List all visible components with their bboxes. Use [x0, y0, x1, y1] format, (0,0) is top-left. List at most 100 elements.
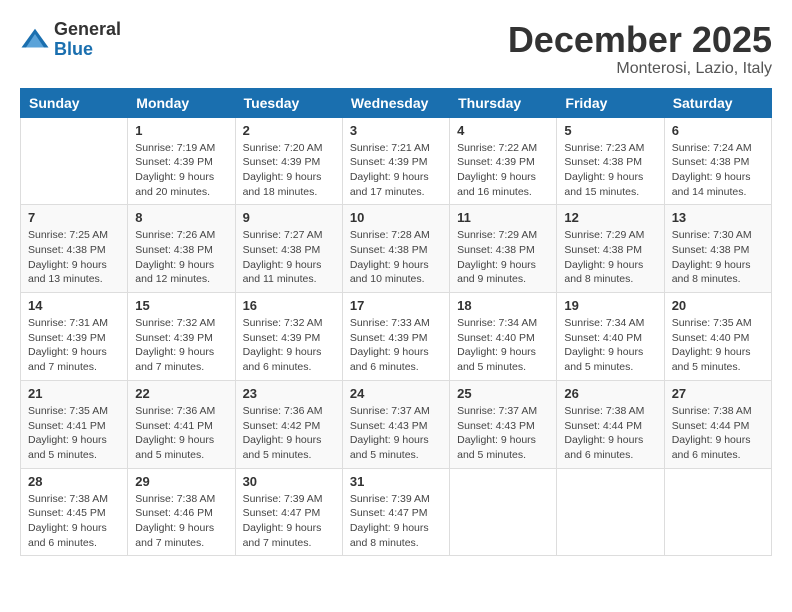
logo-icon	[20, 25, 50, 55]
day-number: 27	[672, 386, 764, 401]
calendar-cell: 4 Sunrise: 7:22 AMSunset: 4:39 PMDaylight…	[450, 117, 557, 205]
day-info: Sunrise: 7:36 AMSunset: 4:41 PMDaylight:…	[135, 404, 227, 463]
day-info: Sunrise: 7:32 AMSunset: 4:39 PMDaylight:…	[243, 316, 335, 375]
day-info: Sunrise: 7:39 AMSunset: 4:47 PMDaylight:…	[350, 492, 442, 551]
calendar-cell: 12 Sunrise: 7:29 AMSunset: 4:38 PMDayligh…	[557, 205, 664, 293]
weekday-header-monday: Monday	[128, 88, 235, 117]
day-info: Sunrise: 7:24 AMSunset: 4:38 PMDaylight:…	[672, 141, 764, 200]
day-number: 28	[28, 474, 120, 489]
day-info: Sunrise: 7:21 AMSunset: 4:39 PMDaylight:…	[350, 141, 442, 200]
day-number: 15	[135, 298, 227, 313]
calendar-table: SundayMondayTuesdayWednesdayThursdayFrid…	[20, 88, 772, 557]
weekday-header-tuesday: Tuesday	[235, 88, 342, 117]
day-number: 10	[350, 210, 442, 225]
calendar-cell: 3 Sunrise: 7:21 AMSunset: 4:39 PMDaylight…	[342, 117, 449, 205]
day-info: Sunrise: 7:34 AMSunset: 4:40 PMDaylight:…	[457, 316, 549, 375]
location-text: Monterosi, Lazio, Italy	[508, 60, 772, 78]
calendar-cell: 17Sunrise: 7:33 AMSunset: 4:39 PMDayligh…	[342, 293, 449, 381]
day-info: Sunrise: 7:27 AMSunset: 4:38 PMDaylight:…	[243, 228, 335, 287]
day-info: Sunrise: 7:38 AMSunset: 4:44 PMDaylight:…	[564, 404, 656, 463]
day-info: Sunrise: 7:29 AMSunset: 4:38 PMDaylight:…	[457, 228, 549, 287]
day-number: 3	[350, 123, 442, 138]
day-info: Sunrise: 7:25 AMSunset: 4:38 PMDaylight:…	[28, 228, 120, 287]
calendar-cell: 21Sunrise: 7:35 AMSunset: 4:41 PMDayligh…	[21, 380, 128, 468]
day-number: 1	[135, 123, 227, 138]
day-number: 12	[564, 210, 656, 225]
day-info: Sunrise: 7:35 AMSunset: 4:40 PMDaylight:…	[672, 316, 764, 375]
calendar-cell: 5 Sunrise: 7:23 AMSunset: 4:38 PMDaylight…	[557, 117, 664, 205]
day-number: 24	[350, 386, 442, 401]
day-info: Sunrise: 7:23 AMSunset: 4:38 PMDaylight:…	[564, 141, 656, 200]
day-info: Sunrise: 7:20 AMSunset: 4:39 PMDaylight:…	[243, 141, 335, 200]
day-number: 13	[672, 210, 764, 225]
day-info: Sunrise: 7:29 AMSunset: 4:38 PMDaylight:…	[564, 228, 656, 287]
week-row-1: 1 Sunrise: 7:19 AMSunset: 4:39 PMDaylight…	[21, 117, 772, 205]
calendar-cell	[664, 468, 771, 556]
day-info: Sunrise: 7:38 AMSunset: 4:44 PMDaylight:…	[672, 404, 764, 463]
calendar-cell: 7 Sunrise: 7:25 AMSunset: 4:38 PMDaylight…	[21, 205, 128, 293]
calendar-cell: 18 Sunrise: 7:34 AMSunset: 4:40 PMDayligh…	[450, 293, 557, 381]
day-info: Sunrise: 7:19 AMSunset: 4:39 PMDaylight:…	[135, 141, 227, 200]
day-number: 7	[28, 210, 120, 225]
day-number: 20	[672, 298, 764, 313]
calendar-cell: 22 Sunrise: 7:36 AMSunset: 4:41 PMDayligh…	[128, 380, 235, 468]
calendar-cell: 29Sunrise: 7:38 AMSunset: 4:46 PMDayligh…	[128, 468, 235, 556]
calendar-cell: 28Sunrise: 7:38 AMSunset: 4:45 PMDayligh…	[21, 468, 128, 556]
day-number: 18	[457, 298, 549, 313]
calendar-cell: 1 Sunrise: 7:19 AMSunset: 4:39 PMDaylight…	[128, 117, 235, 205]
day-number: 30	[243, 474, 335, 489]
day-info: Sunrise: 7:37 AMSunset: 4:43 PMDaylight:…	[457, 404, 549, 463]
calendar-cell: 24 Sunrise: 7:37 AMSunset: 4:43 PMDayligh…	[342, 380, 449, 468]
calendar-cell: 20 Sunrise: 7:35 AMSunset: 4:40 PMDayligh…	[664, 293, 771, 381]
logo-blue-text: Blue	[54, 40, 121, 60]
week-row-3: 14 Sunrise: 7:31 AMSunset: 4:39 PMDayligh…	[21, 293, 772, 381]
calendar-cell: 23 Sunrise: 7:36 AMSunset: 4:42 PMDayligh…	[235, 380, 342, 468]
day-number: 26	[564, 386, 656, 401]
calendar-cell: 15 Sunrise: 7:32 AMSunset: 4:39 PMDayligh…	[128, 293, 235, 381]
calendar-cell: 26 Sunrise: 7:38 AMSunset: 4:44 PMDayligh…	[557, 380, 664, 468]
day-info: Sunrise: 7:39 AMSunset: 4:47 PMDaylight:…	[243, 492, 335, 551]
calendar-cell: 16 Sunrise: 7:32 AMSunset: 4:39 PMDayligh…	[235, 293, 342, 381]
day-number: 5	[564, 123, 656, 138]
day-info: Sunrise: 7:22 AMSunset: 4:39 PMDaylight:…	[457, 141, 549, 200]
day-number: 14	[28, 298, 120, 313]
calendar-cell: 31Sunrise: 7:39 AMSunset: 4:47 PMDayligh…	[342, 468, 449, 556]
calendar-cell: 25 Sunrise: 7:37 AMSunset: 4:43 PMDayligh…	[450, 380, 557, 468]
weekday-header-thursday: Thursday	[450, 88, 557, 117]
day-info: Sunrise: 7:37 AMSunset: 4:43 PMDaylight:…	[350, 404, 442, 463]
calendar-cell: 14 Sunrise: 7:31 AMSunset: 4:39 PMDayligh…	[21, 293, 128, 381]
day-info: Sunrise: 7:32 AMSunset: 4:39 PMDaylight:…	[135, 316, 227, 375]
calendar-cell: 19Sunrise: 7:34 AMSunset: 4:40 PMDayligh…	[557, 293, 664, 381]
day-info: Sunrise: 7:28 AMSunset: 4:38 PMDaylight:…	[350, 228, 442, 287]
day-number: 22	[135, 386, 227, 401]
title-section: December 2025 Monterosi, Lazio, Italy	[508, 20, 772, 78]
day-number: 23	[243, 386, 335, 401]
day-number: 25	[457, 386, 549, 401]
calendar-cell	[450, 468, 557, 556]
logo: General Blue	[20, 20, 121, 60]
week-row-2: 7 Sunrise: 7:25 AMSunset: 4:38 PMDaylight…	[21, 205, 772, 293]
week-row-5: 28Sunrise: 7:38 AMSunset: 4:45 PMDayligh…	[21, 468, 772, 556]
calendar-cell: 11 Sunrise: 7:29 AMSunset: 4:38 PMDayligh…	[450, 205, 557, 293]
day-info: Sunrise: 7:26 AMSunset: 4:38 PMDaylight:…	[135, 228, 227, 287]
day-info: Sunrise: 7:33 AMSunset: 4:39 PMDaylight:…	[350, 316, 442, 375]
day-info: Sunrise: 7:38 AMSunset: 4:46 PMDaylight:…	[135, 492, 227, 551]
day-info: Sunrise: 7:36 AMSunset: 4:42 PMDaylight:…	[243, 404, 335, 463]
calendar-cell: 30 Sunrise: 7:39 AMSunset: 4:47 PMDayligh…	[235, 468, 342, 556]
weekday-header-sunday: Sunday	[21, 88, 128, 117]
month-title: December 2025	[508, 20, 772, 60]
calendar-cell	[557, 468, 664, 556]
calendar-header-row: SundayMondayTuesdayWednesdayThursdayFrid…	[21, 88, 772, 117]
day-number: 4	[457, 123, 549, 138]
day-info: Sunrise: 7:31 AMSunset: 4:39 PMDaylight:…	[28, 316, 120, 375]
calendar-cell	[21, 117, 128, 205]
day-number: 9	[243, 210, 335, 225]
logo-general-text: General	[54, 20, 121, 40]
page-header: General Blue December 2025 Monterosi, La…	[20, 20, 772, 78]
calendar-cell: 8Sunrise: 7:26 AMSunset: 4:38 PMDaylight…	[128, 205, 235, 293]
day-number: 11	[457, 210, 549, 225]
calendar-cell: 6Sunrise: 7:24 AMSunset: 4:38 PMDaylight…	[664, 117, 771, 205]
day-number: 16	[243, 298, 335, 313]
day-number: 19	[564, 298, 656, 313]
day-info: Sunrise: 7:30 AMSunset: 4:38 PMDaylight:…	[672, 228, 764, 287]
